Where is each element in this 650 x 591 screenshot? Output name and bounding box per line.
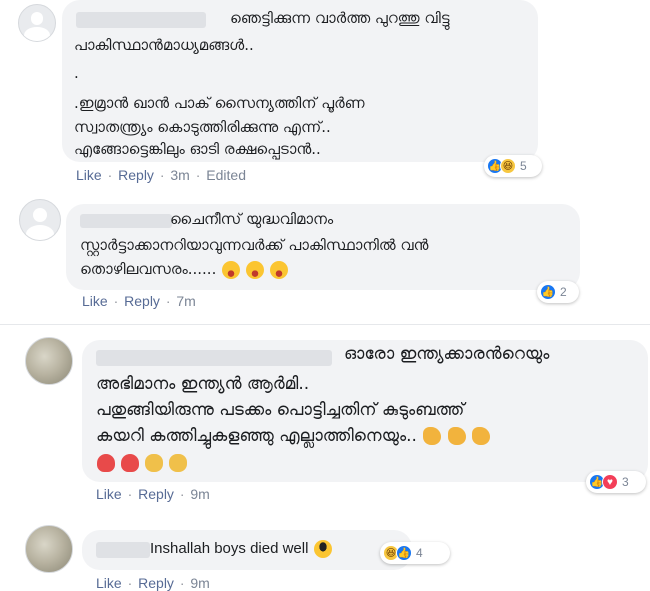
reply-link[interactable]: Reply [138,575,174,591]
comment-bubble: ഞെട്ടിക്കുന്ന വാർത്ത പുറത്തു വിട്ടു പാകി… [62,0,538,162]
avatar-placeholder-body [24,27,50,41]
heart-emoji-icon [121,453,140,472]
reply-link[interactable]: Reply [124,293,160,309]
separator: · [165,293,171,309]
reaction-summary[interactable]: 👍 2 [537,281,579,303]
laughing-emoji-icon [245,260,264,279]
comment-actions: Like · Reply · 9m [96,575,210,591]
commenter-name-redacted[interactable] [96,350,332,366]
like-link[interactable]: Like [76,167,102,183]
section-divider [0,324,650,325]
comment-text-segment: കയറി കത്തിച്ചുകളഞ്ഞു എല്ലാത്തിനെയും.. [96,426,417,446]
comment-text-line: . [74,64,79,82]
heart-emoji-icon [97,453,115,472]
separator: · [179,575,185,591]
flexed-biceps-emoji-icon [447,427,466,445]
avatar-placeholder-head [30,12,44,26]
comment-text-line: ഓരോ ഇന്ത്യക്കാരൻറെയും [344,344,550,364]
sunglasses-emoji-icon [313,540,332,559]
commenter-name-redacted[interactable] [96,542,150,558]
reaction-count: 3 [622,475,629,489]
laughing-emoji-icon [269,260,288,279]
separator: · [195,167,201,183]
commenter-name-redacted[interactable] [76,12,206,28]
reaction-count: 4 [416,546,423,560]
comment-text-segment: തൊഴിലവസരം...... [80,260,217,278]
comment-text-line: സ്റ്റാർട്ടാക്കാനറിയാവുന്നവർക്ക് പാകിസ്ഥാ… [80,236,429,254]
separator: · [127,575,133,591]
clapping-hands-emoji-icon [169,453,188,472]
edited-label[interactable]: Edited [206,167,246,183]
timestamp[interactable]: 3m [170,167,189,183]
avatar[interactable] [18,4,56,42]
comment-text-line: സ്വാതന്ത്ര്യം കൊടുത്തിരിക്കുന്നു എന്ന്.. [74,118,331,136]
reaction-summary[interactable]: 👍 😆 5 [484,155,542,177]
avatar[interactable] [19,199,61,241]
avatar-placeholder-body [26,224,54,240]
like-link[interactable]: Like [82,293,108,309]
like-link[interactable]: Like [96,575,122,591]
clapping-hands-emoji-icon [145,453,164,472]
separator: · [113,293,119,309]
separator: · [127,486,133,502]
comment-bubble: ഓരോ ഇന്ത്യക്കാരൻറെയും അഭിമാനം ഇന്ത്യൻ ആർ… [82,340,648,482]
reaction-summary[interactable]: 😆 👍 4 [380,542,450,564]
flexed-biceps-emoji-icon [423,427,442,445]
reaction-summary[interactable]: 👍 ♥ 3 [586,471,646,493]
emoji-line [96,452,188,472]
comment-text-line: അഭിമാനം ഇന്ത്യൻ ആർമി.. [96,374,310,394]
separator: · [107,167,113,183]
commenter-name-redacted[interactable] [80,214,172,228]
avatar[interactable] [25,337,73,385]
thumbs-up-icon: 👍 [396,545,412,561]
comment-actions: Like · Reply · 3m · Edited [76,167,246,183]
comment-text-line: ചൈനീസ് യുദ്ധവിമാനം [170,210,334,228]
avatar[interactable] [25,525,73,573]
comment-text-line: പാകിസ്ഥാൻമാധ്യമങ്ങൾ.. [74,36,254,54]
separator: · [159,167,165,183]
comment-actions: Like · Reply · 9m [96,486,210,502]
comment-text-line: ഞെട്ടിക്കുന്ന വാർത്ത പുറത്തു വിട്ടു [230,9,450,27]
comment-text-line: കയറി കത്തിച്ചുകളഞ്ഞു എല്ലാത്തിനെയും.. [96,426,491,446]
heart-icon: ♥ [602,474,618,490]
timestamp[interactable]: 9m [190,575,209,591]
laughing-emoji-icon [222,260,241,279]
like-link[interactable]: Like [96,486,122,502]
comment-text-line: .ഇമ്രാൻ ഖാൻ പാക് സൈന്യത്തിന് പൂർണ [74,94,365,112]
timestamp[interactable]: 7m [176,293,195,309]
thumbs-up-icon: 👍 [540,284,556,300]
timestamp[interactable]: 9m [190,486,209,502]
avatar-placeholder-head [32,208,48,223]
reply-link[interactable]: Reply [118,167,154,183]
reaction-count: 5 [520,159,527,173]
reaction-count: 2 [560,285,567,299]
comment-actions: Like · Reply · 7m [82,293,196,309]
reply-link[interactable]: Reply [138,486,174,502]
flexed-biceps-emoji-icon [472,427,491,445]
separator: · [179,486,185,502]
comment-bubble: ചൈനീസ് യുദ്ധവിമാനം സ്റ്റാർട്ടാക്കാനറിയാവ… [66,204,580,290]
comment-text-line: Inshallah boys died well [150,540,332,559]
comment-text-line: തൊഴിലവസരം...... [80,260,288,279]
laughing-face-icon: 😆 [500,158,516,174]
comment-text-line: എങ്ങോട്ടെങ്കിലും ഓടി രക്ഷപ്പെടാൻ.. [74,140,321,158]
comment-text-segment: Inshallah boys died well [150,540,309,557]
comment-text-line: പതുങ്ങിയിരുന്നു പടക്കം പൊട്ടിച്ചതിന് കുട… [96,400,465,420]
comment-bubble: Inshallah boys died well [82,530,412,570]
